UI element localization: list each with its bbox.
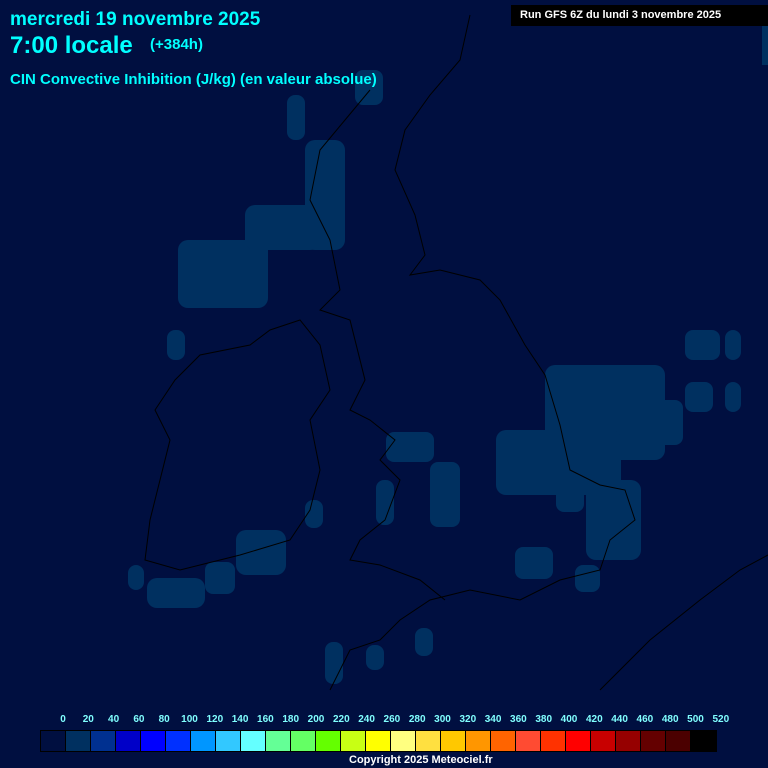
legend-label: 220 [332, 714, 350, 725]
forecast-lead: (+384h) [150, 36, 203, 53]
legend-swatch [116, 731, 141, 751]
coastlines [144, 14, 768, 691]
legend-labels: 0 20 40 60 80 100 120 140 160 180 200 220 240 260 280 3… [0, 714, 768, 728]
legend-swatch [141, 731, 166, 751]
legend-swatch [391, 731, 416, 751]
legend-label: 360 [510, 714, 527, 725]
legend-label: 260 [383, 714, 401, 725]
legend-swatch [316, 731, 341, 751]
legend-label: 440 [611, 714, 628, 725]
color-legend [40, 730, 717, 752]
legend-swatch [616, 731, 641, 751]
legend-label: 200 [307, 714, 325, 725]
legend-swatch [266, 731, 291, 751]
legend-swatch [91, 731, 116, 751]
legend-label: 20 [82, 714, 94, 725]
legend-label: 520 [712, 714, 730, 725]
legend-label: 140 [231, 714, 249, 725]
legend-swatch [566, 731, 591, 751]
legend-label: 420 [585, 714, 603, 725]
legend-swatch [191, 731, 216, 751]
legend-label: 60 [133, 714, 145, 725]
legend-label: 480 [661, 714, 679, 725]
legend-swatch [441, 731, 466, 751]
legend-swatch [641, 731, 666, 751]
legend-swatch [41, 731, 66, 751]
legend-label: 240 [358, 714, 375, 725]
legend-label: 100 [181, 714, 198, 725]
legend-swatch [691, 731, 716, 751]
legend-swatch [666, 731, 691, 751]
legend-swatch [216, 731, 241, 751]
legend-label: 320 [459, 714, 477, 725]
legend-swatch [416, 731, 441, 751]
legend-label: 280 [408, 714, 426, 725]
forecast-time: 7:00 locale [10, 32, 133, 59]
forecast-date: mercredi 19 novembre 2025 [10, 9, 261, 30]
legend-swatch [466, 731, 491, 751]
legend-label: 400 [560, 714, 578, 725]
legend-label: 80 [158, 714, 170, 725]
legend-swatch [366, 731, 391, 751]
legend-swatch [541, 731, 566, 751]
legend-swatch [341, 731, 366, 751]
legend-label: 180 [282, 714, 300, 725]
legend-swatch [291, 731, 316, 751]
legend-label: 120 [206, 714, 224, 725]
legend-swatch [166, 731, 191, 751]
legend-swatch [516, 731, 541, 751]
legend-label: 460 [636, 714, 654, 725]
cin-map [128, 14, 768, 691]
legend-label: 380 [535, 714, 553, 725]
legend-label: 340 [484, 714, 502, 725]
parameter-title: CIN Convective Inhibition (J/kg) (en val… [10, 71, 377, 88]
run-info: Run GFS 6Z du lundi 3 novembre 2025 [511, 5, 768, 26]
legend-label: 500 [687, 714, 704, 725]
legend-swatch [66, 731, 91, 751]
legend-label: 0 [60, 714, 66, 725]
legend-swatch [241, 731, 266, 751]
legend-label: 40 [108, 714, 120, 725]
legend-label: 160 [257, 714, 274, 725]
copyright: Copyright 2025 Meteociel.fr [349, 754, 493, 766]
legend-swatch [591, 731, 616, 751]
cin-areas [128, 20, 768, 684]
legend-swatch [491, 731, 516, 751]
legend-label: 300 [434, 714, 451, 725]
